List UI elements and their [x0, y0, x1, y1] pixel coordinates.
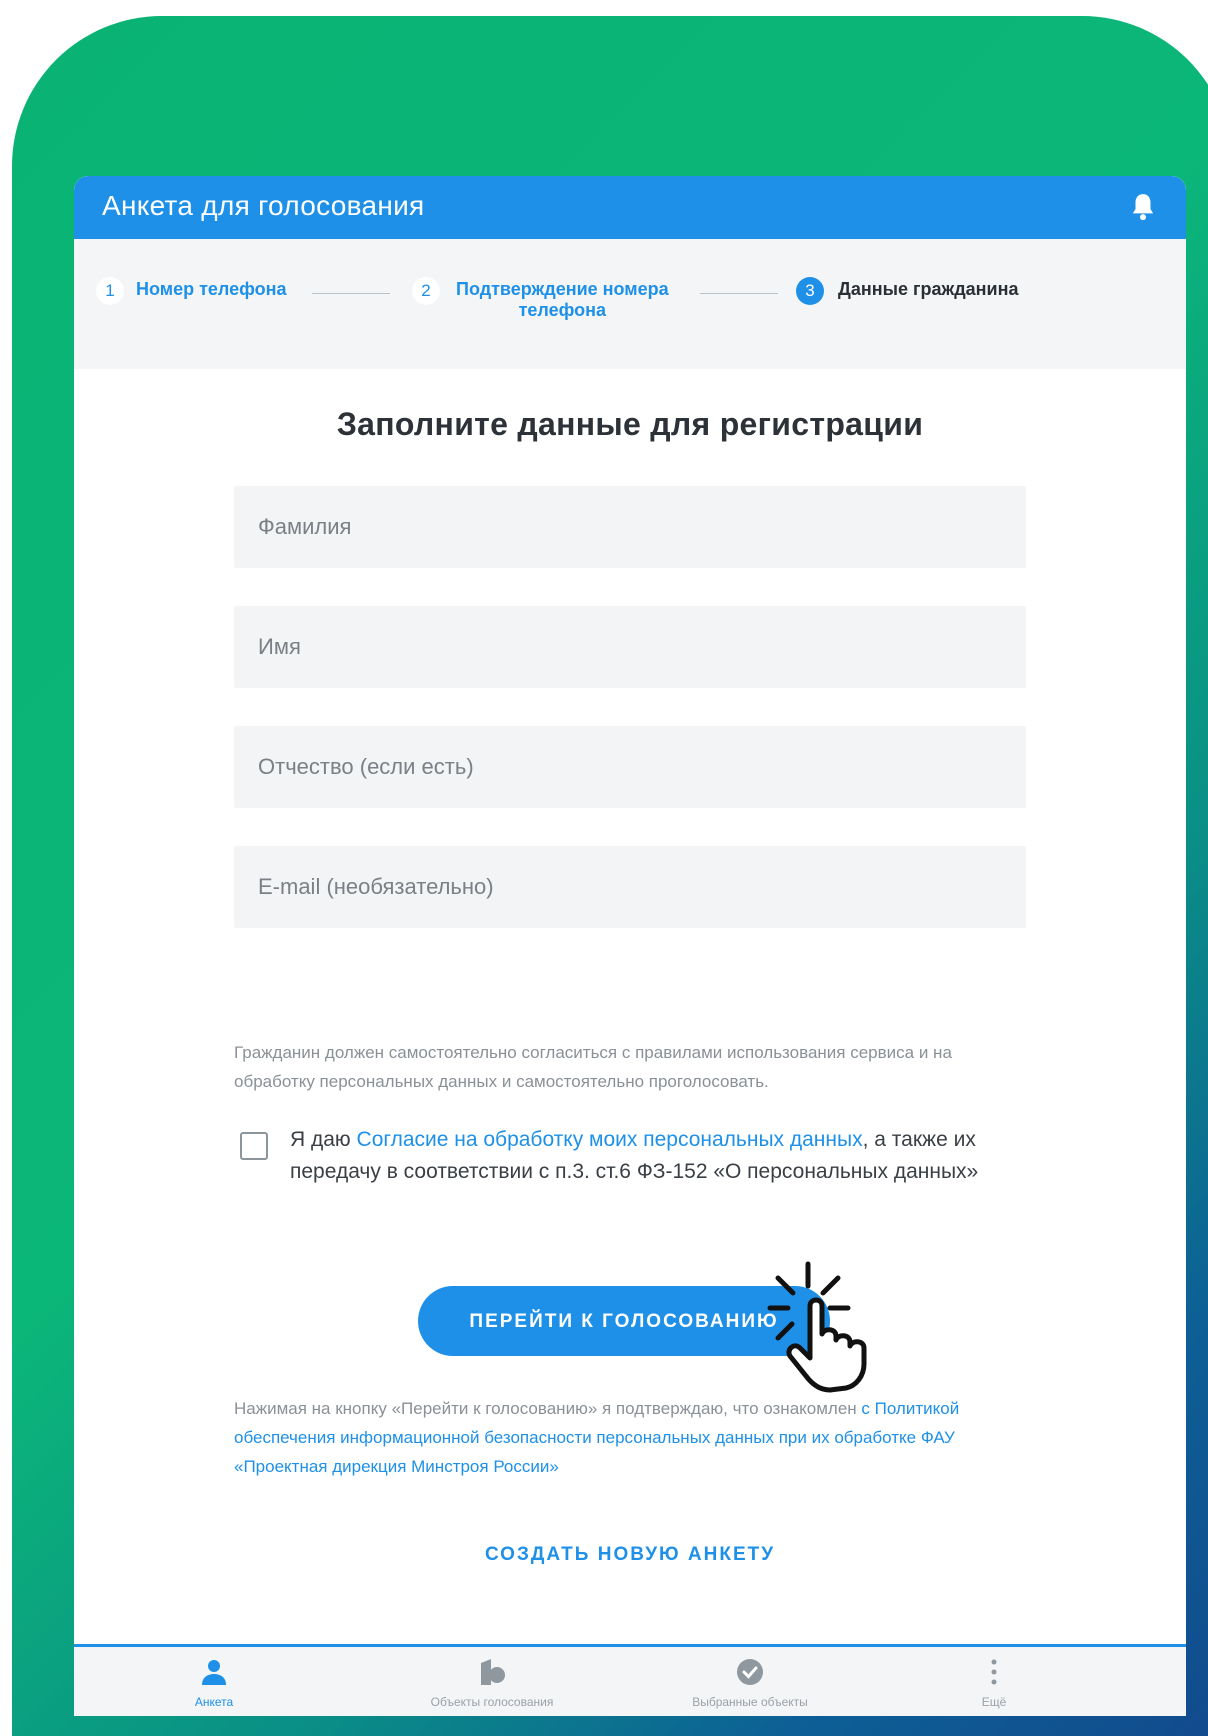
app-bar-title: Анкета для голосования [102, 190, 425, 221]
email-input[interactable] [234, 846, 1026, 928]
step-3-label: Данные гражданина [838, 279, 1019, 299]
step-1-number: 1 [96, 277, 124, 305]
step-connector [700, 293, 778, 294]
step-1-label[interactable]: Номер телефона [136, 279, 287, 300]
nav-label: Выбранные объекты [692, 1695, 808, 1709]
consent-link[interactable]: Согласие на обработку моих персональных … [357, 1128, 863, 1151]
step-connector [312, 293, 390, 294]
nav-label: Анкета [194, 1695, 234, 1709]
step-2-label-line1: Подтверждение номера [456, 279, 669, 299]
first-name-input[interactable] [234, 606, 1026, 688]
nav-item-selected-objects[interactable]: Выбранные объекты [650, 1657, 850, 1709]
step-2-label-line2: телефона [518, 300, 607, 320]
create-new-form-button[interactable]: СОЗДАТЬ НОВУЮ АНКЕТУ [74, 1544, 1186, 1566]
tablet-frame: Анкета для голосования 1 Номер телефона … [12, 16, 1208, 1736]
step-2-number: 2 [412, 277, 440, 305]
disclaimer-text: Нажимая на кнопку «Перейти к голосованию… [234, 1399, 862, 1418]
nav-item-more[interactable]: Ещё [894, 1657, 1094, 1709]
policy-disclaimer: Нажимая на кнопку «Перейти к голосованию… [234, 1394, 1034, 1481]
patronymic-input[interactable] [234, 726, 1026, 808]
citizen-notice: Гражданин должен самостоятельно согласит… [234, 1043, 952, 1091]
building-icon [481, 1659, 505, 1685]
registration-stepper: 1 Номер телефона 2 Подтверждение номера … [74, 239, 1186, 369]
nav-item-anketa[interactable]: Анкета [114, 1657, 314, 1709]
step-2-label[interactable]: Подтверждение номера телефона [456, 279, 669, 321]
check-circle-icon [737, 1659, 763, 1685]
person-icon [202, 1660, 226, 1685]
nav-label: Объекты голосования [430, 1695, 554, 1709]
bell-icon[interactable] [1130, 192, 1156, 222]
consent-checkbox[interactable] [240, 1132, 268, 1160]
app-bar: Анкета для голосования [74, 176, 1186, 239]
last-name-input[interactable] [234, 486, 1026, 568]
nav-item-voting-objects[interactable]: Объекты голосования [392, 1657, 592, 1709]
nav-label: Ещё [981, 1695, 1007, 1709]
bottom-navigation: Анкета Объекты голосования Выбранные объ… [74, 1644, 1186, 1716]
more-vertical-icon [991, 1659, 997, 1685]
step-3-number: 3 [796, 277, 824, 305]
tap-hand-icon [767, 1261, 867, 1393]
consent-prefix: Я даю [290, 1128, 357, 1151]
form-title: Заполните данные для регистрации [336, 406, 924, 442]
consent-text: Я даю Согласие на обработку моих персона… [290, 1124, 1010, 1188]
app-screen: Анкета для голосования 1 Номер телефона … [74, 176, 1186, 1716]
